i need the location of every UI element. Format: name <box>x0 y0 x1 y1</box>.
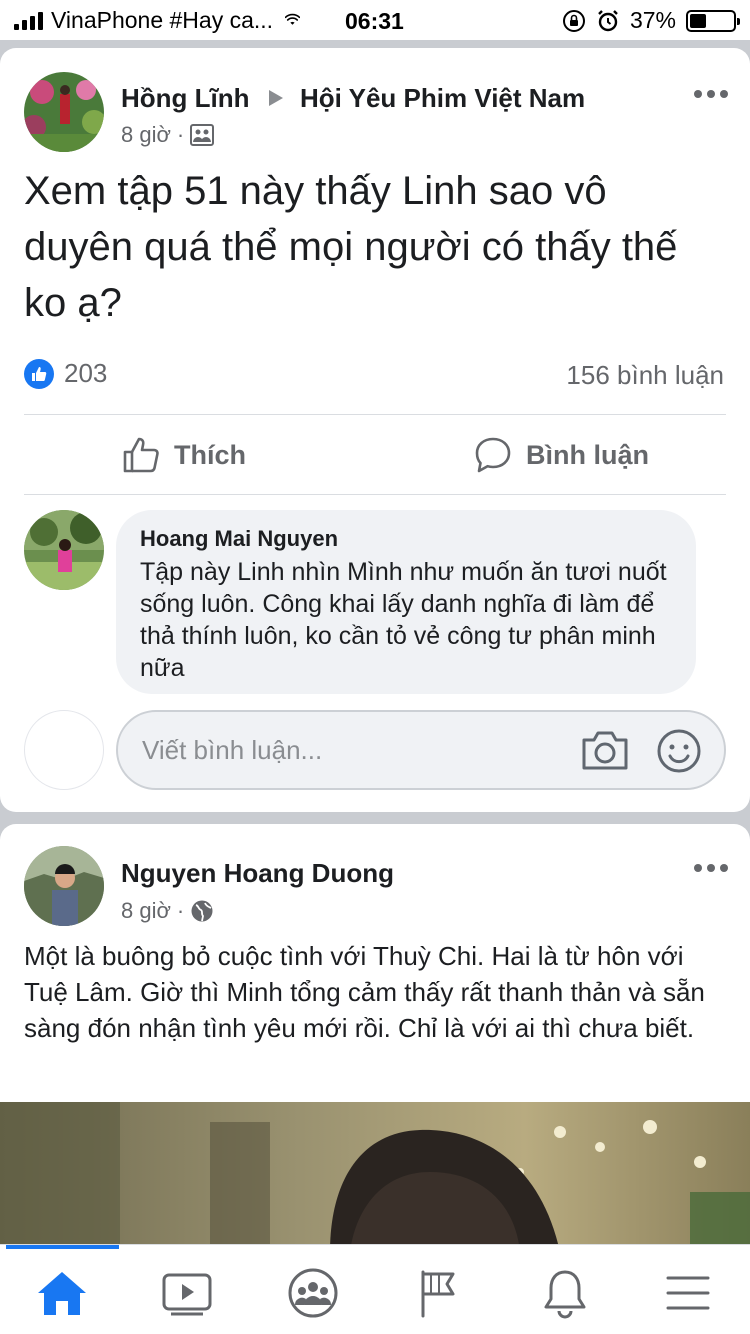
battery-percent: 37% <box>629 7 676 33</box>
post-meta: 8 giờ · <box>121 122 215 148</box>
write-comment-input[interactable]: Viết bình luận... <box>116 710 726 790</box>
home-icon[interactable] <box>32 1265 92 1321</box>
author-name[interactable]: Nguyen Hoang Duong <box>121 858 394 889</box>
meta-separator: · <box>176 898 185 923</box>
comment-text: Tập này Linh nhìn Mình như muốn ăn tươi … <box>140 558 667 682</box>
active-tab-indicator <box>6 1245 119 1249</box>
post-time[interactable]: 8 giờ <box>121 898 171 924</box>
emoji-icon[interactable] <box>656 728 702 774</box>
bottom-navigation <box>0 1244 750 1334</box>
arrow-right-icon <box>268 90 283 106</box>
like-button[interactable]: Thích <box>122 436 246 474</box>
comment-count[interactable]: 156 bình luận <box>566 360 724 391</box>
post-image[interactable] <box>0 1102 750 1252</box>
status-bar: VinaPhone #Hay ca... 06:31 37% <box>0 0 750 40</box>
user-avatar <box>24 710 104 790</box>
reaction-count: 203 <box>64 358 108 388</box>
comment-button[interactable]: Bình luận <box>474 436 649 474</box>
signal-icon <box>14 10 43 30</box>
post-card: Hồng Lĩnh Hội Yêu Phim Việt Nam 8 giờ · … <box>0 48 750 812</box>
comment-placeholder: Viết bình luận... <box>142 734 323 765</box>
comment-icon <box>475 437 511 473</box>
video-icon[interactable] <box>157 1265 217 1321</box>
carrier-name: VinaPhone #Hay ca... <box>51 6 274 33</box>
post-text: Xem tập 51 này thấy Linh sao vô duyên qu… <box>24 169 678 325</box>
meta-separator: · <box>176 122 185 147</box>
like-label: Thích <box>174 439 246 470</box>
post-author-line: Hồng Lĩnh Hội Yêu Phim Việt Nam <box>121 83 585 114</box>
battery-icon <box>686 9 740 32</box>
commenter-avatar[interactable] <box>24 510 104 590</box>
rotation-lock-icon <box>562 9 585 32</box>
alarm-icon <box>598 9 618 31</box>
post-time[interactable]: 8 giờ <box>121 122 171 148</box>
comment-label: Bình luận <box>526 439 649 470</box>
comment-bubble[interactable]: Hoang Mai Nguyen Tập này Linh nhìn Mình … <box>116 510 696 694</box>
thumbs-up-icon <box>123 437 159 473</box>
reaction-summary[interactable]: 203 <box>24 358 107 389</box>
more-options-button[interactable] <box>694 864 728 872</box>
globe-icon <box>191 900 213 922</box>
notifications-icon[interactable] <box>535 1265 595 1321</box>
more-options-button[interactable] <box>694 90 728 98</box>
divider <box>24 414 726 415</box>
group-name[interactable]: Hội Yêu Phim Việt Nam <box>300 83 585 113</box>
like-reaction-icon <box>24 358 54 389</box>
clock: 06:31 <box>345 8 404 34</box>
comment-author[interactable]: Hoang Mai Nguyen <box>140 526 672 552</box>
author-avatar[interactable] <box>24 846 104 926</box>
author-name[interactable]: Hồng Lĩnh <box>121 83 250 113</box>
camera-icon[interactable] <box>580 728 630 772</box>
wifi-icon <box>285 13 300 25</box>
post-meta: 8 giờ · <box>121 898 214 924</box>
pages-icon[interactable] <box>409 1265 469 1321</box>
post-text: Một là buông bỏ cuộc tình với Thuỳ Chi. … <box>24 941 705 1043</box>
group-icon <box>190 124 215 146</box>
divider <box>24 494 726 495</box>
author-avatar[interactable] <box>24 72 104 152</box>
groups-icon[interactable] <box>283 1265 343 1321</box>
menu-icon[interactable] <box>658 1265 718 1321</box>
